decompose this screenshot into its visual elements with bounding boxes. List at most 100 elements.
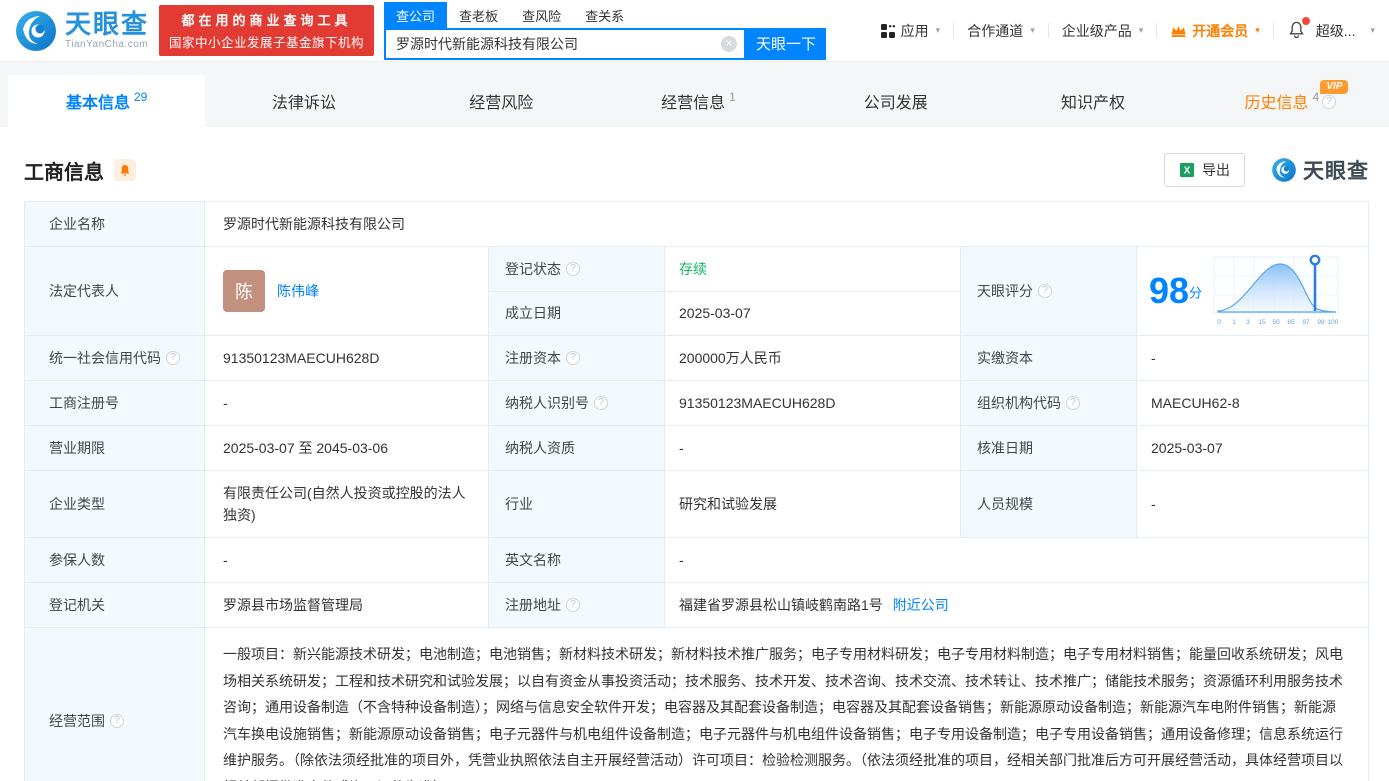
help-icon[interactable]: ? <box>566 598 580 612</box>
chevron-down-icon: ▾ <box>935 25 941 35</box>
svg-text:85: 85 <box>1287 319 1295 326</box>
tab-label: 公司发展 <box>863 95 928 112</box>
nav-divider <box>953 23 955 38</box>
vip-badge: VIP <box>1320 80 1349 94</box>
tianyancha-swirl-icon <box>1272 158 1296 182</box>
table-row: 企业类型 有限责任公司(自然人投资或控股的法人独资) 行业 研究和试验发展 人员… <box>25 471 1368 538</box>
excel-icon: X <box>1179 162 1195 178</box>
nav-cooperation-label: 合作通道 <box>967 22 1024 39</box>
help-icon[interactable]: ? <box>566 351 580 365</box>
table-row: 登记机关 罗源县市场监督管理局 注册地址 ? 福建省罗源县松山镇岐鹤南路1号 附… <box>25 583 1368 628</box>
top-header: 天眼查 TianYanCha.com 都在用的商业查询工具 国家中小企业发展子基… <box>0 0 1389 62</box>
term-value: 2025-03-07 至 2045-03-06 <box>205 426 489 470</box>
notifications-button[interactable] <box>1287 16 1310 42</box>
notification-dot <box>1301 16 1310 25</box>
legal-rep-label: 法定代表人 <box>25 247 205 335</box>
tianyancha-swirl-icon <box>16 10 56 51</box>
search-input[interactable] <box>384 27 747 60</box>
tab-intellectual-property[interactable]: 知识产权 <box>994 75 1191 127</box>
search-tab-company[interactable]: 查公司 <box>384 1 448 28</box>
svg-text:1: 1 <box>1232 319 1236 326</box>
tab-label: 知识产权 <box>1061 95 1126 112</box>
company-name-value: 罗源时代新能源科技有限公司 <box>205 202 1368 246</box>
authority-value: 罗源县市场监督管理局 <box>205 583 489 627</box>
table-row: 法定代表人 陈 陈伟峰 登记状态 ? 存续 成立日期 2025-03-07 天眼… <box>25 247 1368 336</box>
svg-text:15: 15 <box>1258 319 1266 326</box>
staff-size-value: - <box>1137 471 1368 537</box>
search-type-tabs: 查公司 查老板 查风险 查关系 <box>384 1 826 28</box>
nav-divider <box>1047 23 1049 38</box>
uscc-value: 91350123MAECUH628D <box>205 336 489 380</box>
tab-label: 经营风险 <box>469 95 534 112</box>
apps-grid-icon <box>880 23 895 38</box>
promo-line1: 都在用的商业查询工具 <box>181 13 352 28</box>
search-button[interactable]: 天眼一下 <box>746 27 827 60</box>
tab-operation-info[interactable]: 经营信息 1 <box>600 75 797 127</box>
help-icon[interactable]: ? <box>566 261 580 276</box>
taxpayer-qual-label: 纳税人资质 <box>489 426 665 470</box>
nav-apps[interactable]: 应用 ▾ <box>880 21 941 41</box>
reg-capital-value: 200000万人民币 <box>665 336 961 380</box>
export-label: 导出 <box>1202 162 1230 178</box>
monitor-bell-button[interactable] <box>114 159 136 181</box>
table-row: 工商注册号 - 纳税人识别号 ? 91350123MAECUH628D 组织机构… <box>25 381 1368 426</box>
score-value[interactable]: 98分 0 1 3 15 50 85 97 99 100 <box>1137 247 1368 335</box>
tianyancha-logo[interactable]: 天眼查 TianYanCha.com <box>14 9 149 53</box>
help-icon[interactable]: ? <box>594 396 608 410</box>
approval-date-label: 核准日期 <box>961 426 1137 470</box>
tab-count: 1 <box>729 90 736 104</box>
help-icon[interactable]: ? <box>166 351 180 365</box>
score-label: 天眼评分 ? <box>961 247 1137 335</box>
header-nav: 应用 ▾ 合作通道 ▾ 企业级产品 ▾ 开通会员 ▾ 超级... ▾ <box>880 16 1375 42</box>
org-code-value: MAECUH62-8 <box>1137 381 1368 425</box>
logo-domain: TianYanCha.com <box>65 39 149 50</box>
table-row: 企业名称 罗源时代新能源科技有限公司 <box>25 202 1368 247</box>
help-icon[interactable]: ? <box>1066 396 1080 410</box>
score-unit: 分 <box>1189 285 1203 301</box>
search-box: 查公司 查老板 查风险 查关系 × 天眼一下 <box>384 1 827 60</box>
nav-membership-label: 开通会员 <box>1192 22 1249 39</box>
nav-enterprise-products[interactable]: 企业级产品 ▾ <box>1062 21 1144 41</box>
tab-history-info[interactable]: VIP 历史信息 4 ? <box>1192 75 1389 127</box>
address-label: 注册地址 ? <box>489 583 665 627</box>
tab-operation-risk[interactable]: 经营风险 <box>403 75 600 127</box>
search-tab-relation[interactable]: 查关系 <box>573 2 636 28</box>
nav-cooperation[interactable]: 合作通道 ▾ <box>967 21 1035 41</box>
legal-rep-link[interactable]: 陈伟峰 <box>277 281 319 301</box>
scope-value: 一般项目：新兴能源技术研发；电池制造；电池销售；新材料技术研发；新材料技术推广服… <box>205 628 1368 781</box>
search-tab-risk[interactable]: 查风险 <box>510 2 573 28</box>
legal-rep-avatar[interactable]: 陈 <box>223 270 265 312</box>
legal-rep-value: 陈 陈伟峰 <box>205 247 489 335</box>
tab-count: 4 <box>1312 90 1320 104</box>
tab-label: 历史信息 <box>1244 95 1309 112</box>
nav-open-membership[interactable]: 开通会员 ▾ <box>1170 21 1260 41</box>
tab-legal-proceedings[interactable]: 法律诉讼 <box>205 75 402 127</box>
tab-count: 29 <box>133 90 148 104</box>
address-value: 福建省罗源县松山镇岐鹤南路1号 附近公司 <box>665 583 1368 627</box>
reg-no-value: - <box>205 381 489 425</box>
tab-company-development[interactable]: 公司发展 <box>797 75 994 127</box>
chevron-down-icon: ▾ <box>1255 25 1260 35</box>
help-icon[interactable]: ? <box>1038 284 1052 298</box>
promo-banner: 都在用的商业查询工具 国家中小企业发展子基金旗下机构 <box>159 5 375 56</box>
clear-search-icon[interactable]: × <box>721 35 738 52</box>
export-button[interactable]: X 导出 <box>1164 153 1245 187</box>
help-icon[interactable]: ? <box>110 713 124 728</box>
authority-label: 登记机关 <box>25 583 205 627</box>
nearby-companies-link[interactable]: 附近公司 <box>893 595 949 615</box>
uscc-label: 统一社会信用代码 ? <box>25 336 205 380</box>
nav-super-account[interactable]: 超级... ▾ <box>1316 21 1375 41</box>
table-row: 营业期限 2025-03-07 至 2045-03-06 纳税人资质 - 核准日… <box>25 426 1368 471</box>
help-icon[interactable]: ? <box>1322 95 1337 109</box>
address-text: 福建省罗源县松山镇岐鹤南路1号 <box>679 597 883 613</box>
industry-value: 研究和试验发展 <box>665 471 961 537</box>
tab-basic-info[interactable]: 基本信息 29 <box>8 75 206 127</box>
org-code-label: 组织机构代码 ? <box>961 381 1137 425</box>
company-type-value: 有限责任公司(自然人投资或控股的法人独资) <box>205 471 489 537</box>
section-title: 工商信息 <box>24 161 104 184</box>
tab-label: 经营信息 <box>661 95 726 112</box>
status-date-block: 登记状态 ? 存续 成立日期 2025-03-07 <box>489 247 961 335</box>
table-row: 统一社会信用代码 ? 91350123MAECUH628D 注册资本 ? 200… <box>25 336 1368 381</box>
nav-enterprise-label: 企业级产品 <box>1061 22 1132 39</box>
search-tab-boss[interactable]: 查老板 <box>447 2 510 28</box>
